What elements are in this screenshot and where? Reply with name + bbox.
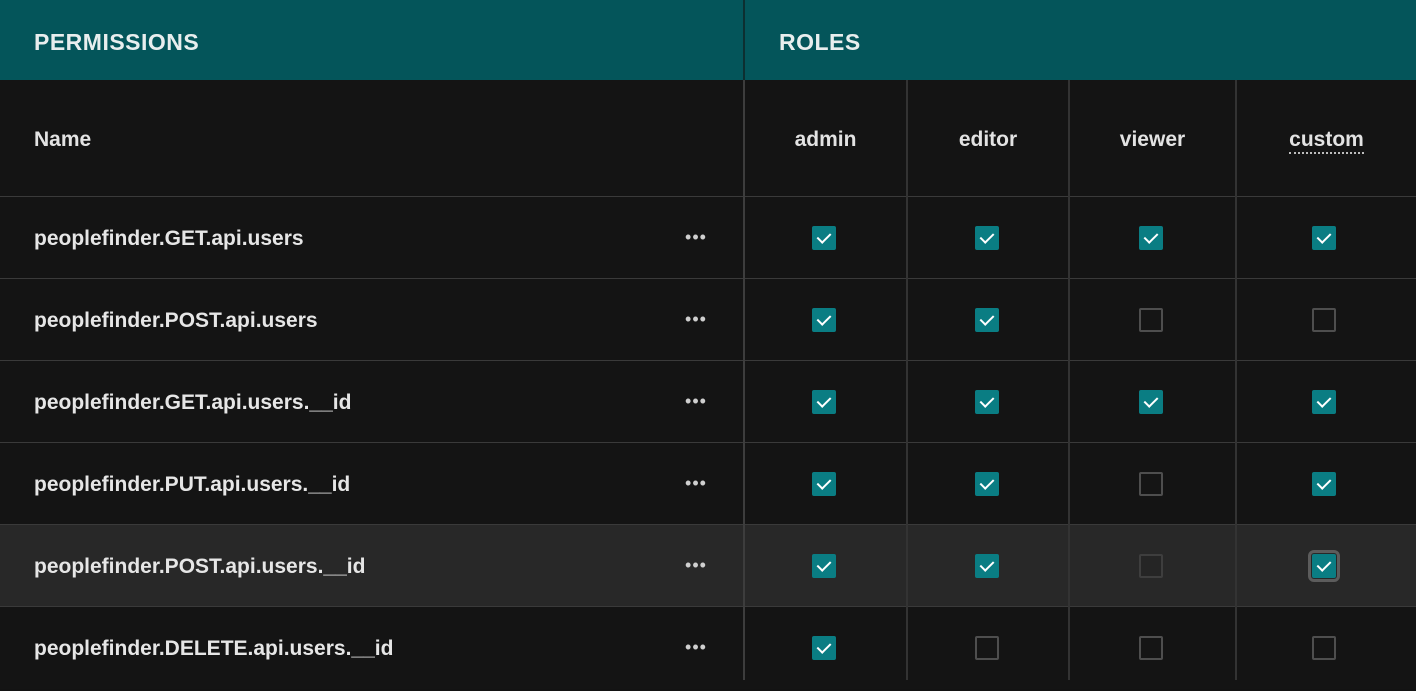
section-header-band — [0, 0, 1416, 80]
more-horizontal-icon[interactable]: ••• — [676, 361, 716, 443]
column-header-role-editor: editor — [908, 80, 1068, 196]
row-divider — [0, 606, 1416, 607]
checkbox-admin[interactable] — [812, 554, 836, 578]
checkbox-admin[interactable] — [812, 308, 836, 332]
checkbox-admin[interactable] — [812, 390, 836, 414]
more-horizontal-icon[interactable]: ••• — [676, 279, 716, 361]
checkbox-viewer[interactable] — [1139, 554, 1163, 578]
permission-row: peoplefinder.POST.api.users.__id ••• — [0, 525, 1416, 607]
checkbox-custom[interactable] — [1312, 308, 1336, 332]
permission-name: peoplefinder.GET.api.users.__id — [34, 391, 352, 414]
checkbox-viewer[interactable] — [1139, 636, 1163, 660]
permissions-section-title: PERMISSIONS — [34, 29, 200, 55]
permission-name: peoplefinder.DELETE.api.users.__id — [34, 637, 394, 660]
checkbox-editor[interactable] — [975, 472, 999, 496]
permission-row: peoplefinder.GET.api.users.__id ••• — [0, 361, 1416, 443]
permission-name: peoplefinder.POST.api.users.__id — [34, 555, 366, 578]
checkbox-viewer[interactable] — [1139, 472, 1163, 496]
checkbox-admin[interactable] — [812, 636, 836, 660]
column-header-name: Name — [34, 128, 92, 151]
permission-row: peoplefinder.GET.api.users ••• — [0, 197, 1416, 279]
more-horizontal-icon[interactable]: ••• — [676, 197, 716, 279]
section-divider — [743, 0, 745, 80]
permission-row: peoplefinder.POST.api.users ••• — [0, 279, 1416, 361]
checkbox-editor[interactable] — [975, 308, 999, 332]
row-divider — [0, 442, 1416, 443]
roles-section-title: ROLES — [779, 29, 861, 55]
more-horizontal-icon[interactable]: ••• — [676, 525, 716, 607]
checkbox-viewer[interactable] — [1139, 226, 1163, 250]
permission-name: peoplefinder.GET.api.users — [34, 227, 304, 250]
permission-row: peoplefinder.PUT.api.users.__id ••• — [0, 443, 1416, 525]
permission-row: peoplefinder.DELETE.api.users.__id ••• — [0, 607, 1416, 689]
row-divider — [0, 524, 1416, 525]
permissions-roles-table: PERMISSIONS ROLES Name peoplefinder.GET.… — [0, 0, 1416, 689]
checkbox-editor[interactable] — [975, 554, 999, 578]
column-header-role-admin: admin — [745, 80, 906, 196]
row-divider — [0, 278, 1416, 279]
checkbox-custom[interactable] — [1312, 390, 1336, 414]
checkbox-editor[interactable] — [975, 636, 999, 660]
column-header-role-custom[interactable]: custom — [1237, 80, 1416, 196]
permission-name: peoplefinder.POST.api.users — [34, 309, 318, 332]
role-label: editor — [958, 128, 1018, 151]
column-header-role-viewer: viewer — [1070, 80, 1235, 196]
role-label: viewer — [1119, 128, 1186, 151]
checkbox-custom[interactable] — [1312, 472, 1336, 496]
row-divider — [0, 196, 1416, 197]
checkbox-custom[interactable] — [1312, 226, 1336, 250]
more-horizontal-icon[interactable]: ••• — [676, 607, 716, 689]
permission-name: peoplefinder.PUT.api.users.__id — [34, 473, 351, 496]
checkbox-custom[interactable] — [1312, 636, 1336, 660]
checkbox-viewer[interactable] — [1139, 308, 1163, 332]
checkbox-editor[interactable] — [975, 226, 999, 250]
role-label: admin — [794, 128, 857, 151]
checkbox-admin[interactable] — [812, 472, 836, 496]
checkbox-editor[interactable] — [975, 390, 999, 414]
checkbox-viewer[interactable] — [1139, 390, 1163, 414]
checkbox-admin[interactable] — [812, 226, 836, 250]
role-label: custom — [1289, 128, 1364, 154]
more-horizontal-icon[interactable]: ••• — [676, 443, 716, 525]
row-divider — [0, 360, 1416, 361]
checkbox-custom[interactable] — [1308, 550, 1340, 582]
